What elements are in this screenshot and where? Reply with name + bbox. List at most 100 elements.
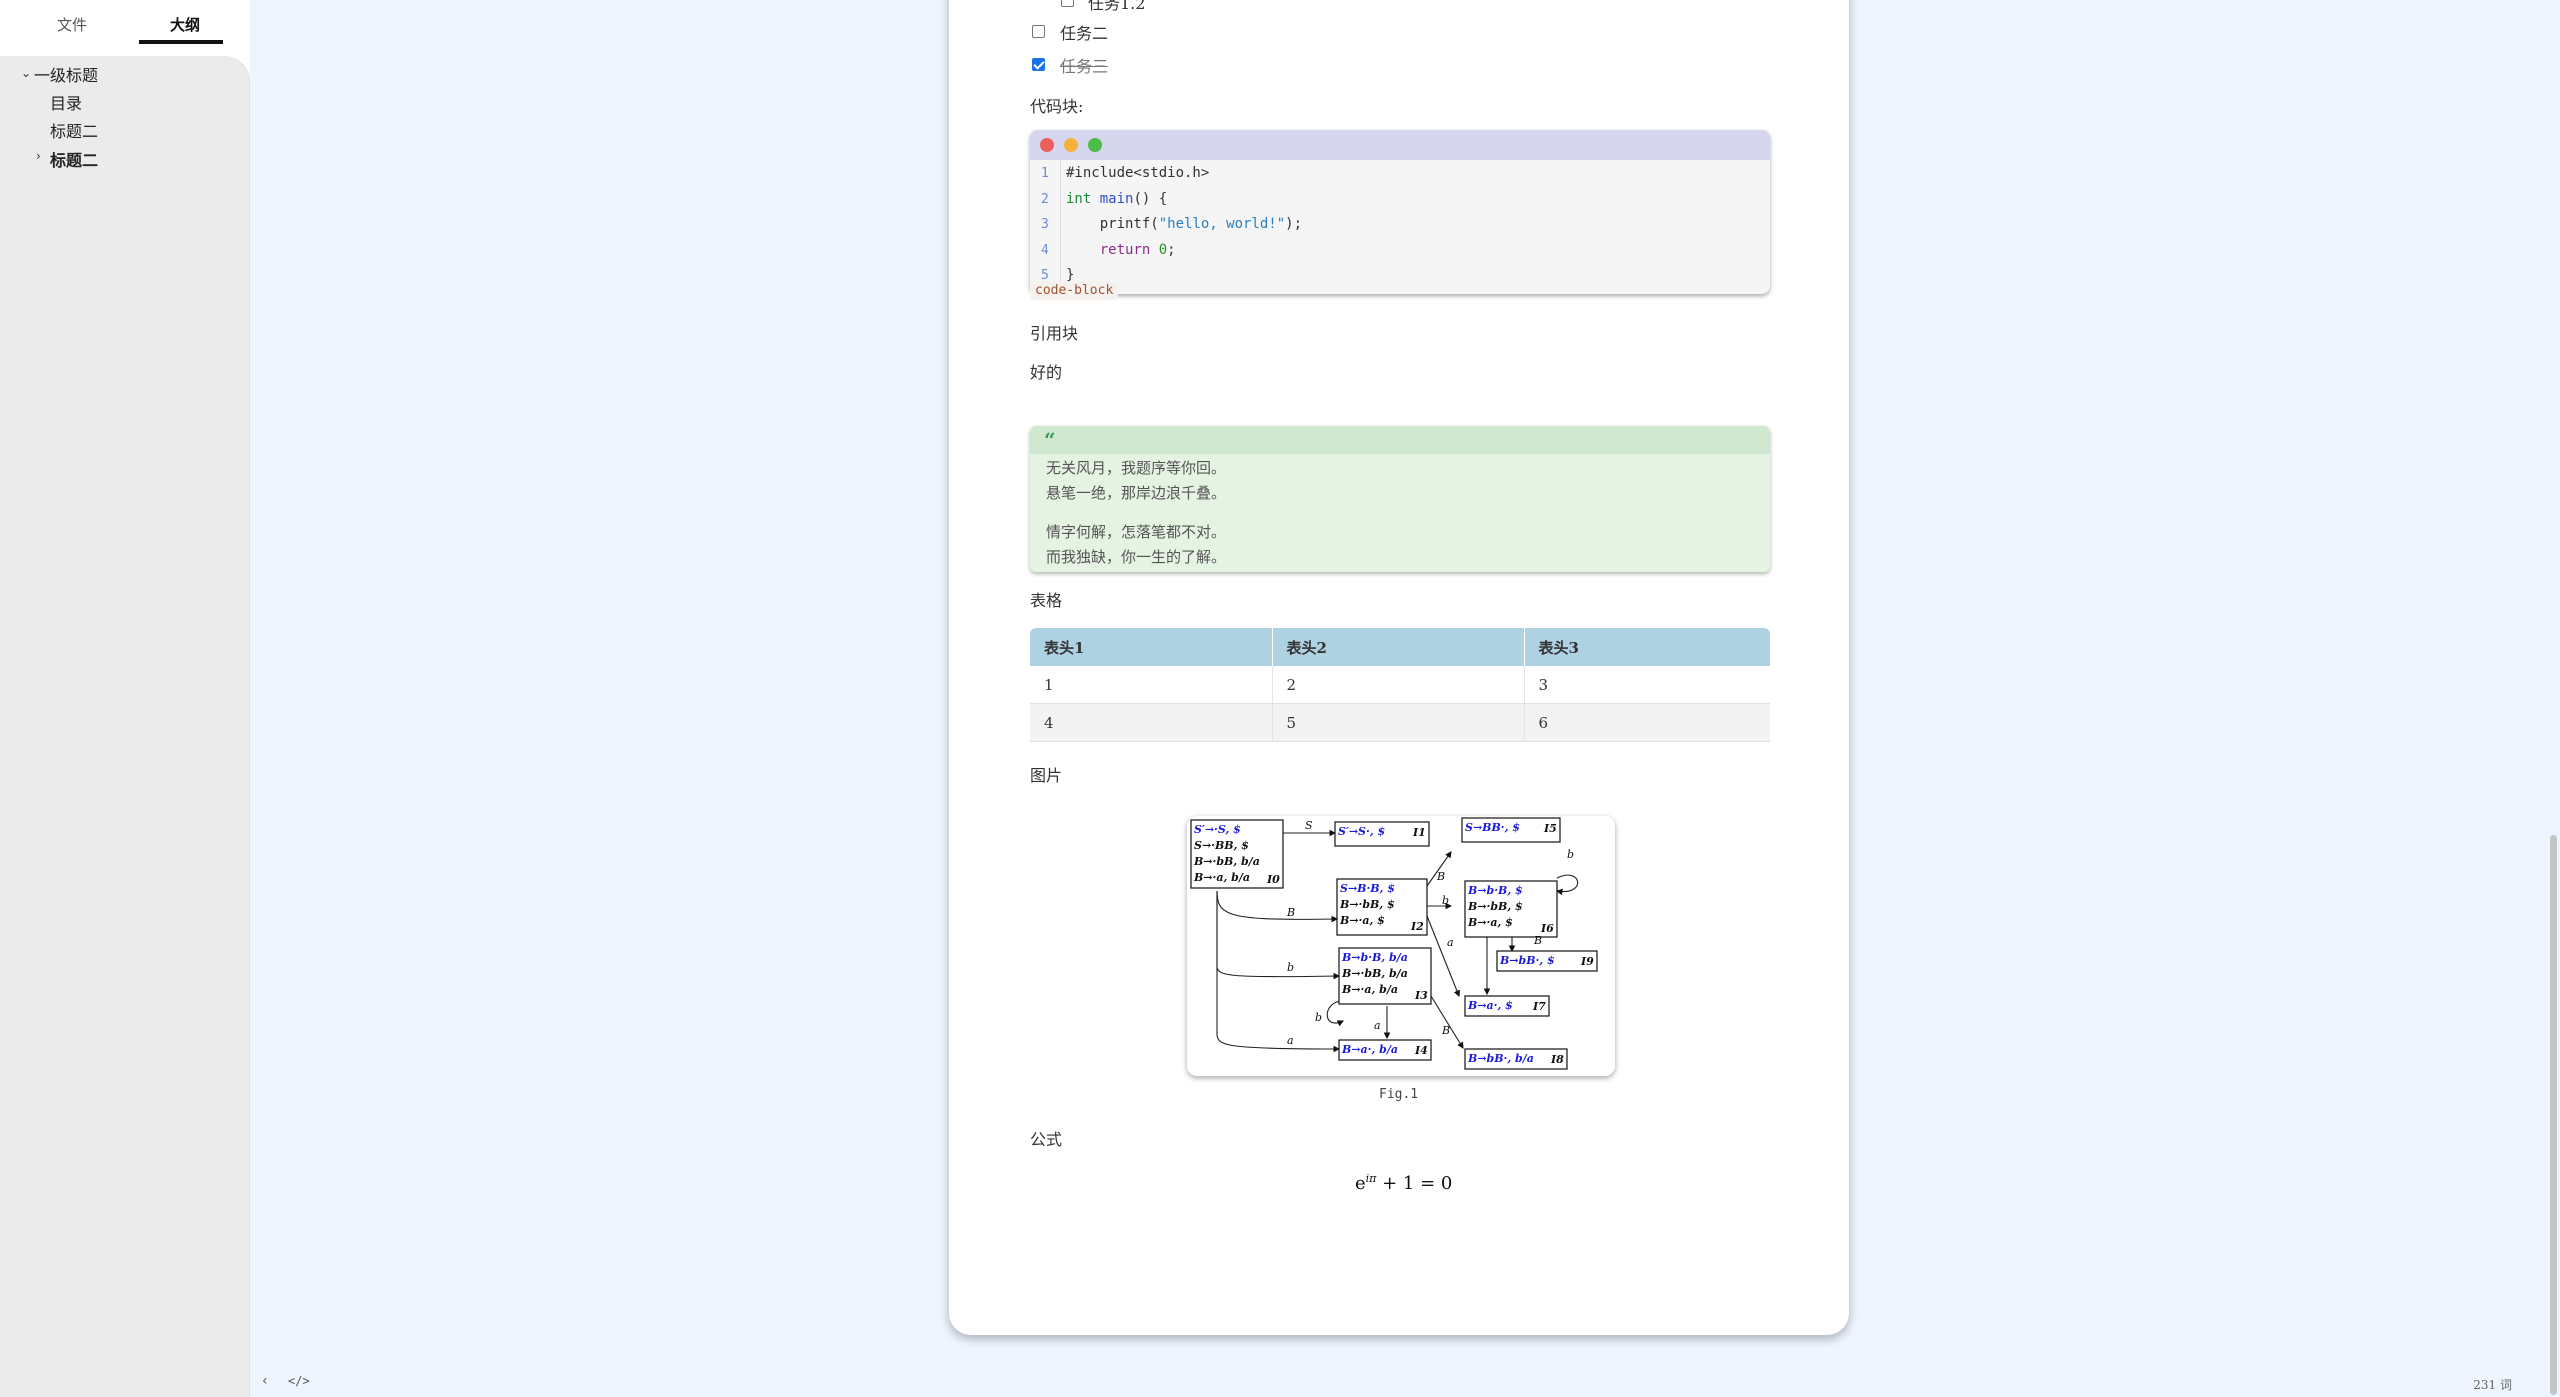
edge [1216,890,1339,923]
blockquote: “ 无关风月，我题序等你回。 悬笔一绝，那岸边浪千叠。 情字何解，怎落笔都不对。… [1030,426,1770,572]
outline-item-toc[interactable]: 目录 [50,90,82,114]
quote-line: 情字何解，怎落笔都不对。 [1046,523,1227,541]
state-id: I0 [1266,873,1280,886]
state-id: I1 [1412,826,1426,839]
edge-label: a [1447,936,1454,949]
state-item: B→b·B, $ [1467,884,1523,897]
edge-label: b [1315,1011,1322,1024]
code-line: int main() { [1066,191,1168,207]
table-cell[interactable]: 4 [1030,703,1273,742]
edge-label: b [1287,961,1294,974]
edge [1426,915,1461,998]
line-number: 2 [1041,192,1049,207]
minimize-dot-icon [1064,138,1078,152]
tab-outline[interactable]: 大纲 [170,14,200,35]
edge-label: a [1374,1019,1381,1032]
edge-label: S [1305,819,1313,832]
code-line: #include<stdio.h> [1066,165,1210,181]
line-number: 4 [1041,243,1049,258]
table-cell[interactable]: 6 [1524,703,1770,742]
formula-rest: + 1 = 0 [1376,1173,1453,1194]
state-item: B→·bB, $ [1467,900,1523,913]
edge [1555,874,1579,896]
state-item: B→·bB, $ [1339,898,1395,911]
state-box-i3: B→b·B, b/a B→·bB, b/a B→·a, b/a I3 [1338,947,1432,1005]
code-block-header [1030,130,1770,160]
state-box-i5: S→BB·, $ I5 [1461,817,1561,843]
state-item: B→·a, b/a [1193,871,1250,884]
formula-exponent: iπ [1365,1172,1377,1185]
figure-image[interactable]: S′→·S, $ S→·BB, $ B→·bB, b/a B→·a, b/a I0 S′→… [1187,816,1615,1076]
table-cell[interactable]: 5 [1272,703,1525,742]
outline-item-h2-b[interactable]: 标题二 [50,147,98,171]
data-table: 表头1 表头2 表头3 1 2 3 4 5 6 [1030,628,1770,742]
state-box-i4: B→a·, b/a I4 [1338,1039,1432,1061]
chevron-right-icon[interactable]: › [36,149,41,163]
edge-label: B [1533,934,1542,947]
tab-files[interactable]: 文件 [57,14,87,35]
inline-code: code-block [1030,281,1119,300]
document-page: 任务1.2 任务二 任务三 代码块: 1 2 3 4 5 #include<st… [949,0,1849,1335]
scrollbar-thumb[interactable] [2550,835,2557,1395]
state-item: S→B·B, $ [1340,882,1395,895]
quote-heading: 引用块 [1030,324,1079,343]
task-checkbox-2[interactable] [1032,25,1045,38]
state-item: B→bB·, $ [1499,954,1555,967]
code-block[interactable]: 1 2 3 4 5 #include<stdio.h> int main() {… [1030,130,1770,294]
state-box-i9: B→bB·, $ I9 [1496,950,1598,972]
state-box-i6: B→b·B, $ B→·bB, $ B→·a, $ I6 [1464,880,1558,938]
table-row: 1 2 3 [1030,666,1770,704]
outline-item-h1[interactable]: 一级标题 [34,62,98,86]
chevron-down-icon[interactable]: ⌄ [21,66,31,80]
code-line: printf("hello, world!"); [1066,216,1303,232]
state-box-i7: B→a·, $ I7 [1464,995,1550,1017]
state-item: B→·bB, b/a [1193,855,1260,868]
edge-label: b [1442,894,1449,907]
code-line: return 0; [1099,242,1176,258]
state-id: I2 [1410,920,1424,933]
word-count: 231 词 [2473,1378,2512,1392]
sidebar-tabs: 文件 大纲 [0,0,250,58]
formula-heading: 公式 [1030,1130,1063,1149]
state-item: B→·bB, b/a [1341,967,1408,980]
state-item: S′→·S, $ [1194,823,1241,836]
state-item: B→·a, $ [1339,914,1385,927]
line-number: 1 [1041,166,1049,181]
state-item: S′→S·, $ [1338,825,1385,838]
state-box-i0: S′→·S, $ S→·BB, $ B→·bB, b/a B→·a, b/a I0 [1190,819,1284,889]
quote-intro: 好的 [1030,363,1063,382]
state-id: I9 [1580,955,1594,968]
table-cell[interactable]: 1 [1030,666,1273,704]
table-cell[interactable]: 2 [1272,666,1525,704]
chevron-left-icon[interactable]: ‹ [262,1373,268,1389]
close-dot-icon [1040,138,1054,152]
state-item: B→·a, b/a [1341,983,1398,996]
task-label-1-2: 任务1.2 [1088,0,1146,13]
edge-label: a [1287,1034,1294,1047]
state-id: I5 [1543,822,1557,835]
state-id: I3 [1414,989,1428,1002]
quote-line: 无关风月，我题序等你回。 [1046,459,1227,477]
blockquote-header: “ [1030,426,1770,454]
state-item: S→·BB, $ [1194,839,1249,852]
math-formula[interactable]: eiπ + 1 = 0 [1355,1172,1452,1194]
state-id: I6 [1540,922,1554,935]
table-row: 4 5 6 [1030,703,1770,742]
figure-caption: Fig.1 [1379,1087,1419,1102]
code-icon[interactable]: </> [288,1374,310,1388]
task-checkbox-1-2[interactable] [1061,0,1074,7]
image-heading: 图片 [1030,766,1063,785]
table-cell[interactable]: 3 [1524,666,1770,704]
task-checkbox-3[interactable] [1032,58,1045,71]
state-id: I8 [1550,1053,1564,1066]
formula-base: e [1355,1173,1366,1194]
state-item: B→a·, $ [1467,999,1513,1012]
table-header-cell: 表头2 [1272,628,1525,666]
state-item: B→bB·, b/a [1467,1052,1534,1065]
table-header-row: 表头1 表头2 表头3 [1030,628,1770,666]
sidebar: 文件 大纲 ⌄ 一级标题 目录 标题二 › 标题二 [0,0,250,1397]
outline-item-h2-a[interactable]: 标题二 [50,118,98,142]
maximize-dot-icon [1088,138,1102,152]
table-header-cell: 表头3 [1524,628,1770,666]
task-label-2: 任务二 [1060,24,1109,43]
